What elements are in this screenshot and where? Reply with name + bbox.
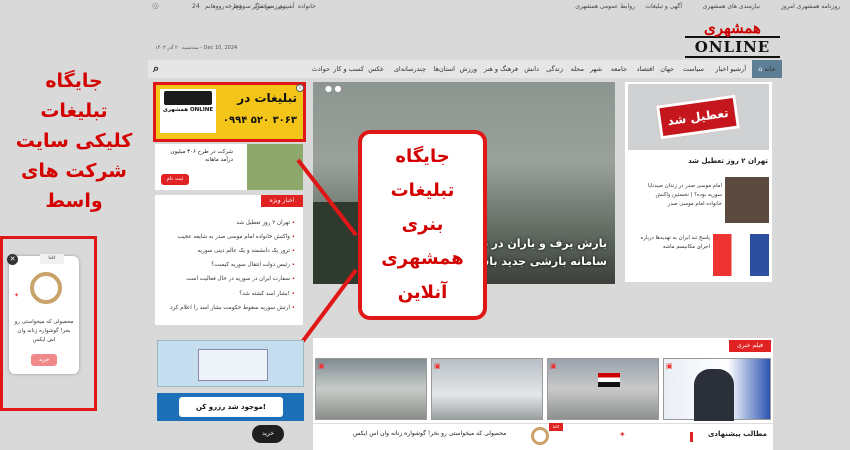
video-play-icon[interactable]: ▣ — [318, 362, 325, 370]
reservation-banner[interactable]: موجود شد رزرو کن! — [157, 393, 304, 421]
film-news-section: فیلم خبری ▣ ▣ ▣ ▣ — [313, 338, 773, 423]
film-thumb[interactable] — [663, 358, 771, 421]
film-news-title: فیلم خبری — [729, 340, 771, 352]
bottom-ad-bar[interactable]: محصولی که میخواستی رو بخر! گوشواره زنانه… — [313, 423, 773, 450]
bottom-ad-text: محصولی که میخواستی رو بخر! گوشواره زنانه… — [353, 430, 507, 437]
lower-left-banner[interactable] — [157, 340, 304, 387]
suggested-marker — [690, 432, 693, 442]
bottom-ad-product-icon — [531, 427, 549, 445]
film-thumb[interactable] — [431, 358, 543, 420]
bottom-ad-badge: کاما — [549, 423, 563, 431]
kama-logo-icon: ✦ — [619, 430, 626, 439]
video-play-icon[interactable]: ▣ — [550, 362, 557, 370]
film-thumb[interactable] — [547, 358, 659, 420]
video-play-icon[interactable]: ▣ — [434, 362, 441, 370]
video-play-icon[interactable]: ▣ — [666, 362, 673, 370]
suggested-title: مطالب پیشنهادی — [708, 430, 767, 438]
film-thumb[interactable] — [315, 358, 427, 420]
reservation-text: موجود شد رزرو کن! — [179, 397, 283, 417]
bottom-buy-button[interactable]: خرید — [252, 425, 284, 443]
